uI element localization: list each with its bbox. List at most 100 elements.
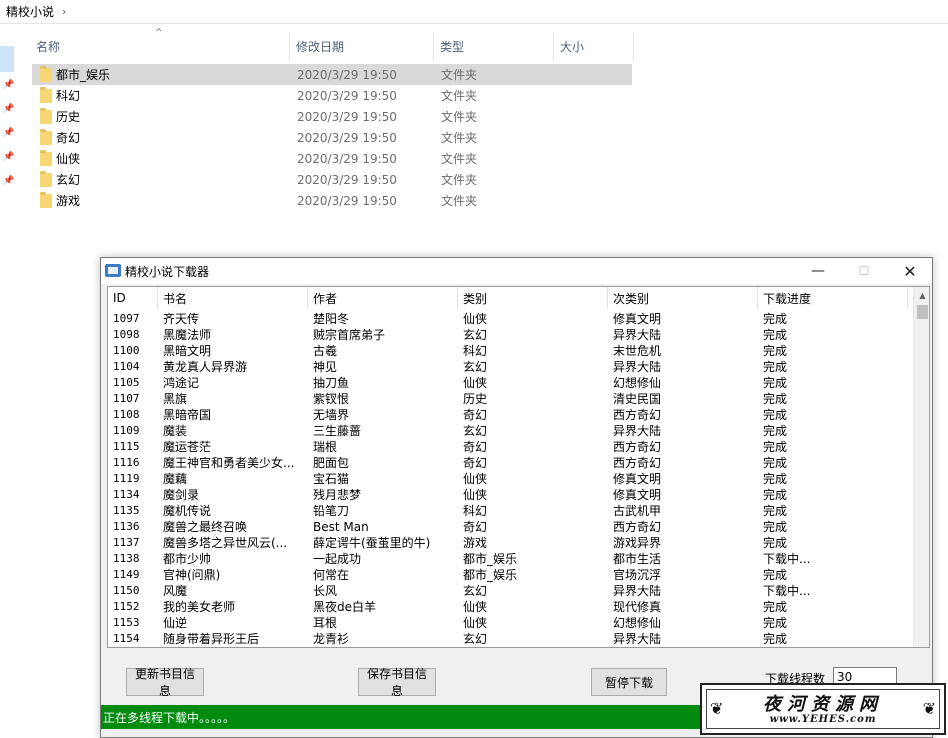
book-author: 龙青衫 — [313, 632, 350, 646]
table-row[interactable]: 1097 齐天传 楚阳冬 仙侠 修真文明 完成 — [108, 311, 913, 327]
table-row[interactable]: 1105 鸿途记 抽刀鱼 仙侠 幻想修仙 完成 — [108, 375, 913, 391]
table-row[interactable]: 1100 黑暗文明 古羲 科幻 末世危机 完成 — [108, 343, 913, 359]
close-button[interactable]: ✕ — [887, 258, 933, 284]
table-row[interactable]: 1154 随身带着异形王后 龙青衫 玄幻 异界大陆 完成 — [108, 631, 913, 647]
pin-icon: 📌 — [3, 80, 15, 90]
book-author: 无墙界 — [313, 408, 350, 422]
table-row[interactable]: 1149 官神(问鼎) 何常在 都市_娱乐 官场沉浮 完成 — [108, 567, 913, 583]
book-category: 仙侠 — [463, 472, 488, 486]
save-catalog-button[interactable]: 保存书目信息 — [358, 667, 436, 698]
table-row[interactable]: 1150 风魔 长风 玄幻 异界大陆 下载中... — [108, 583, 913, 599]
chevron-right-icon[interactable]: › — [62, 5, 66, 18]
watermark-url: www.YEHES.com — [769, 714, 877, 725]
folder-date: 2020/3/29 19:50 — [297, 172, 397, 187]
book-subcategory: 幻想修仙 — [613, 376, 662, 390]
folder-row[interactable]: 奇幻 2020/3/29 19:50 文件夹 — [32, 127, 632, 148]
column-header-author[interactable]: 作者 — [308, 287, 458, 309]
folder-row[interactable]: 历史 2020/3/29 19:50 文件夹 — [32, 106, 632, 127]
book-id: 1134 — [113, 488, 140, 501]
folder-row[interactable]: 都市_娱乐 2020/3/29 19:50 文件夹 — [32, 64, 632, 85]
breadcrumb: 精校小说 › — [0, 0, 948, 24]
column-header-title[interactable]: 书名 — [158, 287, 308, 309]
column-header-id[interactable]: ID — [108, 287, 158, 309]
folder-row[interactable]: 仙侠 2020/3/29 19:50 文件夹 — [32, 148, 632, 169]
column-header-progress[interactable]: 下载进度 — [758, 287, 908, 309]
book-author: 抽刀鱼 — [313, 376, 350, 390]
book-subcategory: 古武机甲 — [613, 504, 662, 518]
minimize-button[interactable]: — — [795, 258, 841, 284]
book-id: 1115 — [113, 440, 140, 453]
book-subcategory: 末世危机 — [613, 344, 662, 358]
folder-row[interactable]: 游戏 2020/3/29 19:50 文件夹 — [32, 190, 632, 211]
table-row[interactable]: 1137 魔兽多塔之异世风云(... 薛定谔牛(蚕茧里的牛) 游戏 游戏异界 完成 — [108, 535, 913, 551]
book-progress: 完成 — [763, 312, 788, 326]
folder-row[interactable]: 科幻 2020/3/29 19:50 文件夹 — [32, 85, 632, 106]
book-author: 神见 — [313, 360, 338, 374]
column-header-type[interactable]: 类型 — [434, 32, 554, 60]
table-row[interactable]: 1134 魔剑录 残月悲梦 仙侠 修真文明 完成 — [108, 487, 913, 503]
book-author: 楚阳冬 — [313, 312, 350, 326]
book-author: 紫钗恨 — [313, 392, 350, 406]
book-list-body: 1097 齐天传 楚阳冬 仙侠 修真文明 完成 1098 黑魔法师 贼宗首席弟子 玄幻 异界大陆 完成… — [108, 311, 913, 647]
book-id: 1150 — [113, 584, 140, 597]
book-category: 仙侠 — [463, 312, 488, 326]
book-subcategory: 官场沉浮 — [613, 568, 662, 582]
table-row[interactable]: 1109 魔装 三生藤蔷 玄幻 异界大陆 完成 — [108, 423, 913, 439]
pause-download-button[interactable]: 暂停下载 — [591, 668, 667, 696]
table-row[interactable]: 1108 黑暗帝国 无墙界 奇幻 西方奇幻 完成 — [108, 407, 913, 423]
book-category: 玄幻 — [463, 328, 488, 342]
folder-icon — [40, 171, 52, 187]
column-header-subcategory[interactable]: 次类别 — [608, 287, 758, 309]
book-progress: 完成 — [763, 392, 788, 406]
title-bar[interactable]: 精校小说下载器 — ☐ ✕ — [101, 258, 932, 284]
vertical-scrollbar[interactable]: ▲ — [913, 287, 929, 647]
table-row[interactable]: 1107 黑旗 紫钗恨 历史 清史民国 完成 — [108, 391, 913, 407]
folder-date: 2020/3/29 19:50 — [297, 88, 397, 103]
table-row[interactable]: 1152 我的美女老师 黑夜de白羊 仙侠 现代修真 完成 — [108, 599, 913, 615]
folder-date: 2020/3/29 19:50 — [297, 109, 397, 124]
book-subcategory: 异界大陆 — [613, 424, 662, 438]
scroll-up-arrow-icon[interactable]: ▲ — [914, 287, 929, 304]
book-id: 1137 — [113, 536, 140, 549]
table-row[interactable]: 1138 都市少帅 一起成功 都市_娱乐 都市生活 下载中... — [108, 551, 913, 567]
book-progress: 完成 — [763, 408, 788, 422]
book-author: Best Man — [313, 520, 369, 534]
book-list[interactable]: ID 书名 作者 类别 次类别 下载进度 1097 齐天传 楚阳冬 仙侠 修真文明 完成 1… — [107, 286, 930, 648]
book-progress: 完成 — [763, 360, 788, 374]
table-row[interactable]: 1153 仙逆 耳根 仙侠 幻想修仙 完成 — [108, 615, 913, 631]
nav-selected-item[interactable] — [0, 46, 14, 72]
folder-name: 游戏 — [56, 194, 81, 208]
table-row[interactable]: 1136 魔兽之最终召唤 Best Man 奇幻 西方奇幻 完成 — [108, 519, 913, 535]
folder-type: 文件夹 — [441, 110, 478, 124]
folder-row[interactable]: 玄幻 2020/3/29 19:50 文件夹 — [32, 169, 632, 190]
column-header-date[interactable]: 修改日期 — [290, 32, 434, 60]
table-row[interactable]: 1104 黄龙真人异界游 神见 玄幻 异界大陆 完成 — [108, 359, 913, 375]
book-category: 都市_娱乐 — [463, 552, 518, 566]
table-row[interactable]: 1098 黑魔法师 贼宗首席弟子 玄幻 异界大陆 完成 — [108, 327, 913, 343]
refresh-catalog-button[interactable]: 更新书目信息 — [126, 667, 204, 698]
book-id: 1100 — [113, 344, 140, 357]
table-row[interactable]: 1135 魔机传说 铅笔刀 科幻 古武机甲 完成 — [108, 503, 913, 519]
book-title: 官神(问鼎) — [163, 568, 221, 582]
breadcrumb-item[interactable]: 精校小说 — [6, 3, 54, 20]
folder-icon — [40, 192, 52, 208]
column-header-size[interactable]: 大小 — [554, 32, 634, 60]
folder-name: 都市_娱乐 — [56, 68, 111, 82]
column-header-name[interactable]: 名称 — [30, 32, 290, 60]
folder-type: 文件夹 — [441, 89, 478, 103]
table-row[interactable]: 1116 魔王神官和勇者美少女... 肥面包 奇幻 西方奇幻 完成 — [108, 455, 913, 471]
table-row[interactable]: 1119 魔藕 宝石猫 仙侠 修真文明 完成 — [108, 471, 913, 487]
book-title: 风魔 — [163, 584, 188, 598]
column-header-category[interactable]: 类别 — [458, 287, 608, 309]
book-progress: 完成 — [763, 600, 788, 614]
book-progress: 完成 — [763, 440, 788, 454]
book-subcategory: 异界大陆 — [613, 328, 662, 342]
table-row[interactable]: 1115 魔运苍茫 瑞根 奇幻 西方奇幻 完成 — [108, 439, 913, 455]
book-id: 1098 — [113, 328, 140, 341]
book-category: 游戏 — [463, 536, 488, 550]
book-progress: 下载中... — [763, 552, 811, 566]
maximize-button[interactable]: ☐ — [841, 258, 887, 284]
scrollbar-thumb[interactable] — [917, 305, 928, 319]
book-title: 黑暗帝国 — [163, 408, 212, 422]
book-category: 玄幻 — [463, 632, 488, 646]
